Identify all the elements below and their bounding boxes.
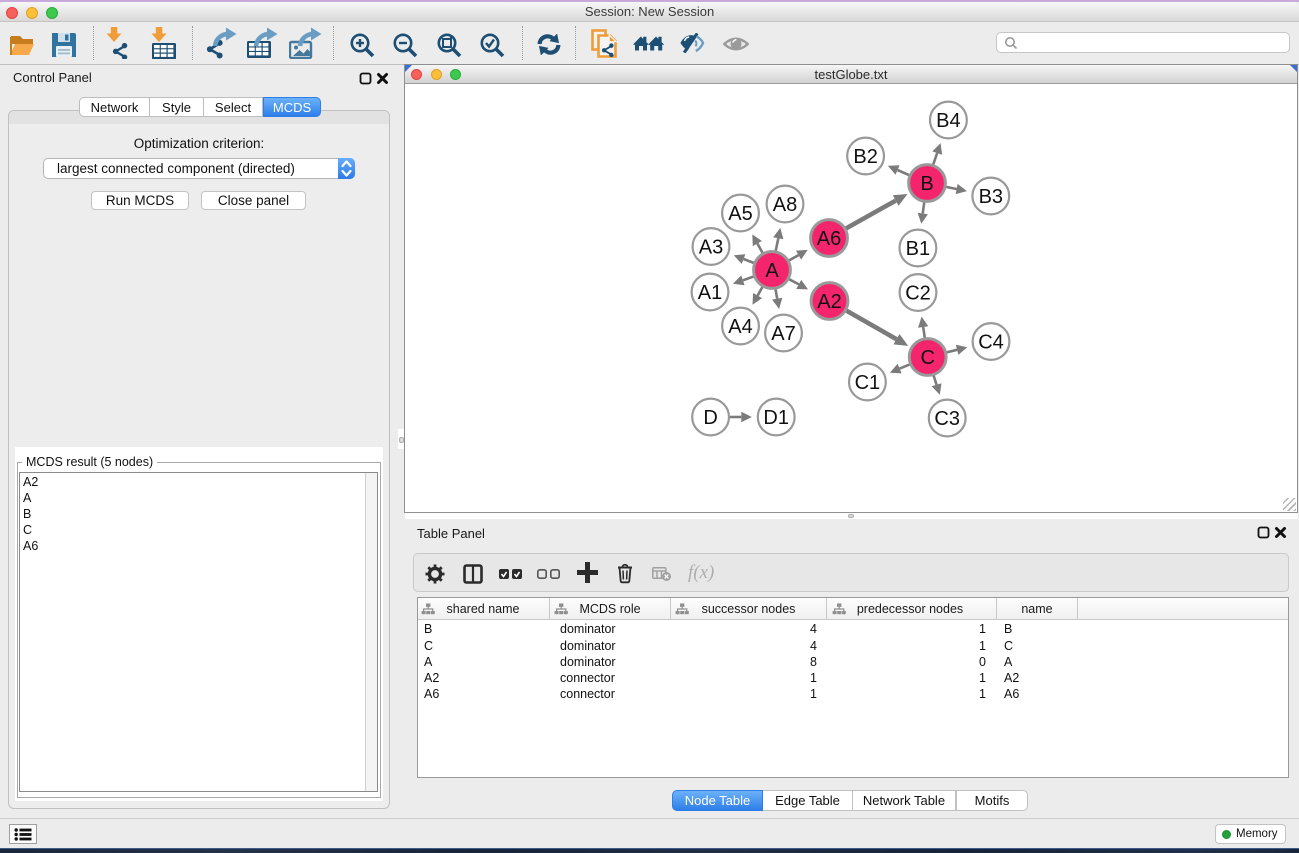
svg-text:B2: B2: [853, 146, 877, 168]
svg-text:A7: A7: [771, 323, 795, 345]
svg-text:D1: D1: [763, 407, 789, 429]
svg-text:C4: C4: [978, 331, 1004, 353]
svg-text:B1: B1: [906, 238, 930, 260]
svg-text:C: C: [920, 347, 934, 369]
svg-text:D: D: [703, 407, 717, 429]
svg-text:B3: B3: [979, 186, 1003, 208]
svg-text:C2: C2: [905, 282, 931, 304]
svg-text:A4: A4: [728, 316, 752, 338]
svg-text:C3: C3: [934, 408, 960, 430]
svg-text:A2: A2: [817, 291, 841, 313]
svg-text:A8: A8: [773, 194, 797, 216]
svg-text:A: A: [765, 260, 779, 282]
svg-text:A3: A3: [699, 236, 723, 258]
svg-text:A6: A6: [817, 228, 841, 250]
svg-text:B4: B4: [936, 110, 960, 132]
svg-text:C1: C1: [855, 372, 881, 394]
svg-text:B: B: [920, 173, 933, 195]
svg-text:A5: A5: [728, 203, 752, 225]
svg-text:A1: A1: [698, 282, 722, 304]
